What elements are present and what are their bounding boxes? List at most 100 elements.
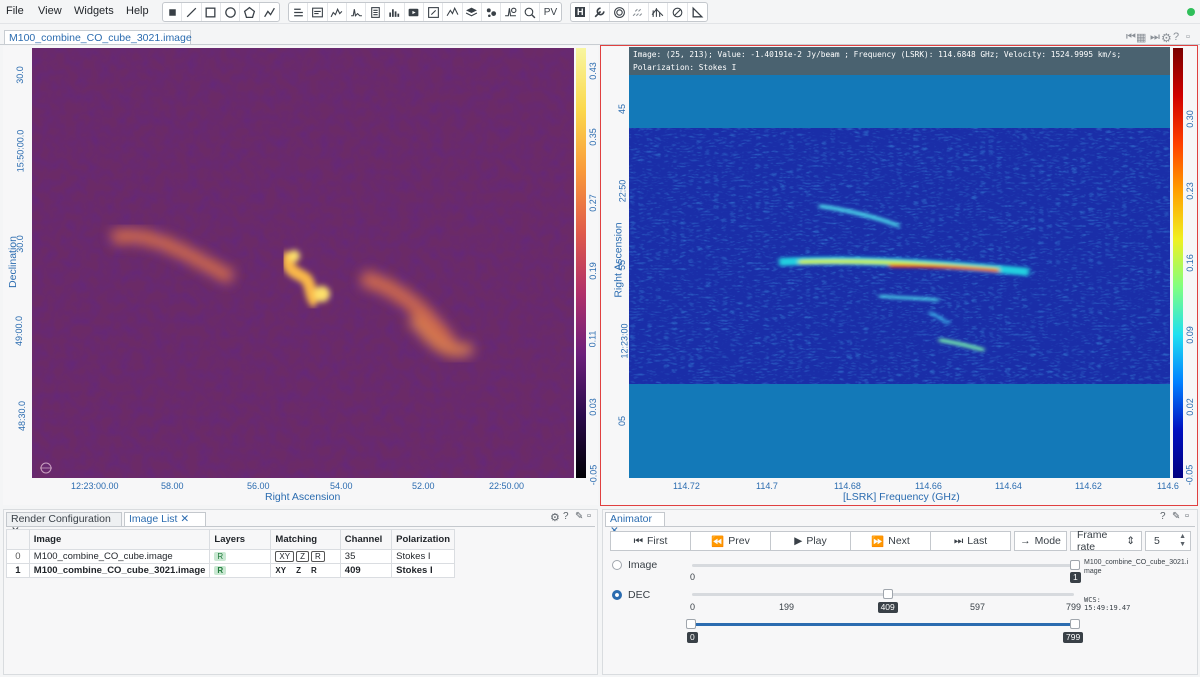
right-x-tick: 114.66	[915, 481, 942, 491]
match-z-button[interactable]: Z	[296, 551, 309, 562]
render-config-icon[interactable]	[424, 3, 444, 21]
next-button[interactable]: ⏩ Next	[850, 531, 931, 551]
frame-rate-label: Frame rate	[1077, 529, 1108, 553]
table-row[interactable]: 1 M100_combine_CO_cube_3021.image R XY Z R…	[6, 563, 455, 578]
pv-generator-button[interactable]: PV	[540, 3, 561, 21]
ellipse-region-icon[interactable]	[221, 3, 241, 21]
play-button[interactable]: ▶ Play	[770, 531, 851, 551]
right-x-axis-title: [LSRK] Frequency (GHz)	[843, 491, 960, 503]
range-slider-max-thumb[interactable]	[1070, 619, 1080, 629]
image-slider-filename: M100_combine_CO_cube_3021.image	[1084, 559, 1189, 575]
statistics-icon[interactable]	[366, 3, 386, 21]
row-polarization: Stokes I	[391, 563, 455, 578]
catalog-icon[interactable]	[482, 3, 502, 21]
tab-animator[interactable]: Animator ✕	[605, 512, 665, 537]
moment-generator-icon[interactable]	[668, 3, 688, 21]
prev-button[interactable]: ⏪ Prev	[690, 531, 771, 551]
menu-help[interactable]: Help	[126, 5, 149, 17]
first-button[interactable]: ⏮ First	[610, 531, 691, 551]
row-image-name: M100_combine_CO_cube_3021.image	[28, 563, 211, 578]
arrow-right-icon: →	[1020, 535, 1031, 547]
match-r-button[interactable]: R	[310, 551, 325, 562]
vector-overlay-icon[interactable]	[629, 3, 649, 21]
distance-measure-icon[interactable]	[688, 3, 707, 21]
menu-widgets[interactable]: Widgets	[74, 5, 114, 17]
frame-rate-stepper[interactable]: 5 ▲ ▼	[1145, 531, 1191, 551]
right-pv-panel: Image: (25, 213); Value: -1.40191e-2 Jy/…	[600, 45, 1198, 506]
dec-radio[interactable]	[612, 590, 622, 600]
right-colorbar-tick: 0.09	[1184, 326, 1195, 344]
close-icon[interactable]: ✕	[180, 513, 189, 525]
right-colorbar-tick: 0.02	[1184, 398, 1195, 416]
range-slider-min-thumb[interactable]	[686, 619, 696, 629]
analysis-toolbar: H	[570, 2, 708, 22]
left-colorbar[interactable]	[576, 48, 586, 478]
range-slider-track[interactable]	[692, 623, 1074, 626]
stokes-analysis-icon[interactable]	[443, 3, 463, 21]
next-frame-icon[interactable]: ⏭	[1150, 31, 1160, 44]
right-y-tick: 05	[617, 415, 628, 427]
gear-icon[interactable]: ⚙	[1161, 31, 1172, 45]
pointer-icon[interactable]	[163, 3, 183, 21]
spectral-line-query-icon[interactable]	[501, 3, 521, 21]
polygon-region-icon[interactable]	[240, 3, 260, 21]
image-radio[interactable]	[612, 560, 622, 570]
raster-layer-badge[interactable]: R	[214, 566, 227, 575]
wrench-icon[interactable]	[590, 3, 610, 21]
rectangle-region-icon[interactable]	[202, 3, 222, 21]
galaxy-image-canvas[interactable]	[32, 48, 574, 478]
help-icon[interactable]: ?	[563, 511, 569, 522]
image-view-tab[interactable]: M100_combine_CO_cube_3021.image	[4, 30, 192, 45]
maximize-icon[interactable]: ▫	[1185, 510, 1189, 522]
right-colorbar-tick: 0.23	[1184, 182, 1195, 200]
layers-icon[interactable]	[463, 3, 482, 21]
histogram-icon[interactable]	[385, 3, 405, 21]
next-label: Next	[888, 535, 910, 547]
raster-layer-badge[interactable]: R	[214, 552, 227, 561]
right-y-tick: 45	[617, 103, 628, 115]
tab-render-configuration[interactable]: Render Configuration ✕	[6, 512, 122, 537]
grid-layout-icon[interactable]: ▦	[1136, 31, 1146, 44]
frame-rate-select[interactable]: Frame rate ⇕	[1070, 529, 1142, 553]
header-button[interactable]: H	[571, 3, 591, 21]
mode-button[interactable]: → Mode	[1014, 531, 1067, 551]
maximize-icon[interactable]: ▫	[587, 510, 591, 522]
image-list-table: Image Layers Matching Channel Polarizati…	[6, 529, 455, 578]
menu-view[interactable]: View	[38, 5, 62, 17]
dec-slider-thumb[interactable]	[882, 589, 893, 599]
pin-icon[interactable]: ✎	[1172, 511, 1180, 522]
line-region-icon[interactable]	[182, 3, 202, 21]
contour-icon[interactable]	[610, 3, 630, 21]
help-icon[interactable]: ?	[1160, 511, 1166, 522]
polyline-region-icon[interactable]	[260, 3, 279, 21]
first-frame-icon[interactable]: ⏮	[1126, 31, 1136, 44]
help-icon[interactable]: ?	[1173, 31, 1179, 43]
menu-file[interactable]: File	[6, 5, 24, 17]
right-colorbar[interactable]	[1173, 48, 1183, 478]
image-slider-track[interactable]	[692, 564, 1074, 567]
match-xy-button[interactable]: XY	[275, 551, 295, 562]
last-button[interactable]: ⏭ Last	[930, 531, 1011, 551]
spectral-profile-icon[interactable]	[347, 3, 367, 21]
layer-list-icon[interactable]	[289, 3, 309, 21]
right-x-tick: 114.7	[756, 481, 778, 491]
animator-icon[interactable]	[405, 3, 425, 21]
tab-image-list[interactable]: Image List ✕	[124, 512, 206, 526]
first-label: First	[647, 535, 668, 547]
right-y-axis-title: Right Ascension	[612, 222, 625, 298]
spatial-profile-icon[interactable]	[328, 3, 347, 21]
table-row[interactable]: 0 M100_combine_CO_cube.image R XY Z R 35 S…	[6, 549, 455, 564]
match-xy-label: XY	[275, 566, 287, 575]
spectral-search-icon[interactable]	[521, 3, 540, 21]
maximize-icon[interactable]: ▫	[1186, 31, 1190, 43]
gear-icon[interactable]: ⚙	[550, 511, 560, 524]
image-slider-thumb[interactable]	[1070, 560, 1080, 570]
prev-icon: ⏪	[711, 535, 725, 548]
pin-icon[interactable]: ✎	[575, 511, 583, 522]
pv-image-canvas[interactable]	[629, 48, 1170, 478]
right-colorbar-tick: -0.05	[1184, 464, 1195, 486]
left-y-tick: 49:00.0	[14, 315, 25, 347]
image-info-icon[interactable]	[308, 3, 328, 21]
image-fitting-icon[interactable]	[649, 3, 669, 21]
left-colorbar-tick: 0.11	[587, 330, 598, 348]
